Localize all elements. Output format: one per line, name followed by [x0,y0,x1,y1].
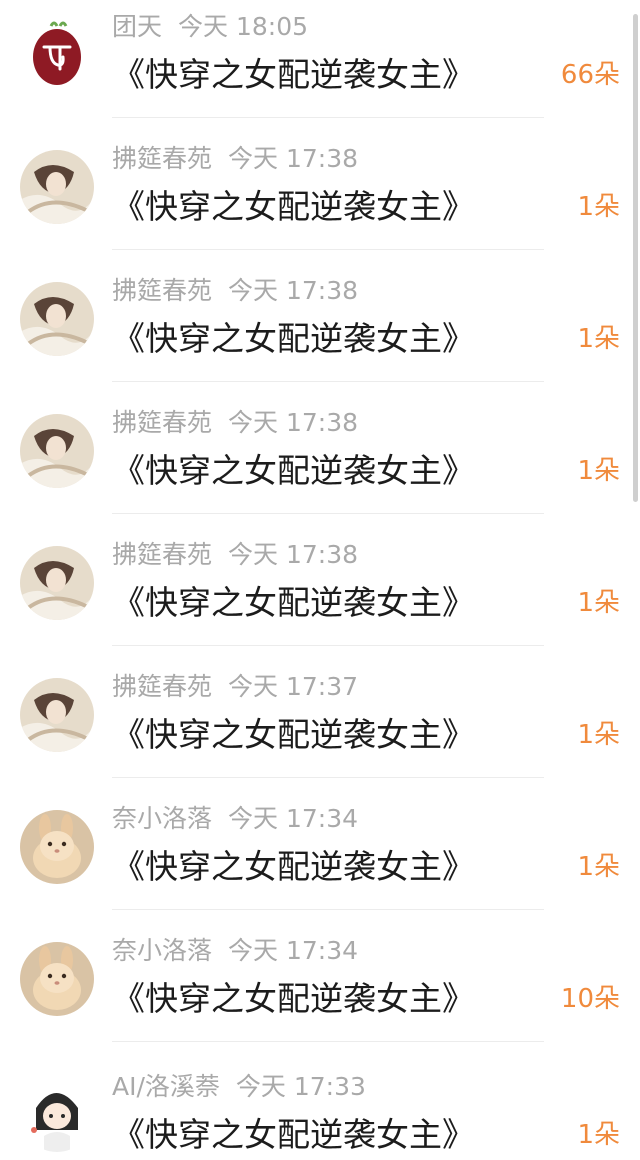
book-title: 《快穿之女配逆袭女主》 [112,451,475,490]
list-item[interactable]: 拂筵春苑 今天 17:38 《快穿之女配逆袭女主》 1朵 [0,396,640,528]
scrollbar[interactable] [633,14,638,502]
book-title: 《快穿之女配逆袭女主》 [112,583,475,622]
book-title: 《快穿之女配逆袭女主》 [112,55,475,94]
timestamp: 今天 17:37 [228,672,359,701]
reward-amount: 1朵 [577,324,620,354]
reward-amount: 1朵 [577,192,620,222]
list-item[interactable]: 拂筵春苑 今天 17:37 《快穿之女配逆袭女主》 1朵 [0,660,640,792]
record-meta: 拂筵春苑 今天 17:38 [112,406,358,440]
red-logo-avatar-icon[interactable] [20,14,94,88]
list-item[interactable]: AI/洛溪萘 今天 17:33 《快穿之女配逆袭女主》 1朵 [0,1056,640,1160]
divider [112,513,544,514]
username[interactable]: AI/洛溪萘 [112,1072,220,1101]
record-meta: 拂筵春苑 今天 17:38 [112,274,358,308]
list-item[interactable]: 拂筵春苑 今天 17:38 《快穿之女配逆袭女主》 1朵 [0,528,640,660]
username[interactable]: 奈小洛落 [112,804,212,833]
book-title: 《快穿之女配逆袭女主》 [112,715,475,754]
timestamp: 今天 17:34 [228,804,359,833]
timestamp: 今天 17:34 [228,936,359,965]
username[interactable]: 拂筵春苑 [112,276,212,305]
username[interactable]: 奈小洛落 [112,936,212,965]
record-meta: 拂筵春苑 今天 17:38 [112,142,358,176]
record-meta: AI/洛溪萘 今天 17:33 [112,1070,366,1104]
record-meta: 奈小洛落 今天 17:34 [112,934,358,968]
book-title: 《快穿之女配逆袭女主》 [112,319,475,358]
divider [112,117,544,118]
list-item[interactable]: 拂筵春苑 今天 17:38 《快穿之女配逆袭女主》 1朵 [0,264,640,396]
record-meta: 团天 今天 18:05 [112,10,308,44]
illustrated-character-avatar-icon[interactable] [20,546,94,620]
username[interactable]: 拂筵春苑 [112,672,212,701]
list-item[interactable]: 奈小洛落 今天 17:34 《快穿之女配逆袭女主》 1朵 [0,792,640,924]
reward-amount: 1朵 [577,456,620,486]
divider [112,909,544,910]
illustrated-character-avatar-icon[interactable] [20,150,94,224]
illustrated-character-avatar-icon[interactable] [20,414,94,488]
reward-amount: 66朵 [560,60,620,90]
username[interactable]: 拂筵春苑 [112,144,212,173]
rabbit-photo-avatar-icon[interactable] [20,942,94,1016]
divider [112,645,544,646]
book-title: 《快穿之女配逆袭女主》 [112,187,475,226]
list-item[interactable]: 奈小洛落 今天 17:34 《快穿之女配逆袭女主》 10朵 [0,924,640,1056]
chibi-character-avatar-icon[interactable] [20,1078,94,1152]
rabbit-photo-avatar-icon[interactable] [20,810,94,884]
reward-amount: 10朵 [560,984,620,1014]
record-meta: 奈小洛落 今天 17:34 [112,802,358,836]
divider [112,777,544,778]
reward-amount: 1朵 [577,1120,620,1150]
timestamp: 今天 17:38 [228,276,359,305]
divider [112,381,544,382]
timestamp: 今天 18:05 [178,12,309,41]
timestamp: 今天 17:38 [228,540,359,569]
reward-record-list: 团天 今天 18:05 《快穿之女配逆袭女主》 66朵 拂筵春苑 今天 17:38 … [0,0,640,1160]
illustrated-character-avatar-icon[interactable] [20,282,94,356]
timestamp: 今天 17:33 [235,1072,366,1101]
timestamp: 今天 17:38 [228,408,359,437]
username[interactable]: 拂筵春苑 [112,408,212,437]
reward-amount: 1朵 [577,720,620,750]
illustrated-character-avatar-icon[interactable] [20,678,94,752]
book-title: 《快穿之女配逆袭女主》 [112,1115,475,1154]
username[interactable]: 团天 [112,12,162,41]
record-meta: 拂筵春苑 今天 17:38 [112,538,358,572]
reward-amount: 1朵 [577,852,620,882]
book-title: 《快穿之女配逆袭女主》 [112,979,475,1018]
record-meta: 拂筵春苑 今天 17:37 [112,670,358,704]
book-title: 《快穿之女配逆袭女主》 [112,847,475,886]
divider [112,1041,544,1042]
list-item[interactable]: 团天 今天 18:05 《快穿之女配逆袭女主》 66朵 [0,0,640,132]
timestamp: 今天 17:38 [228,144,359,173]
divider [112,249,544,250]
username[interactable]: 拂筵春苑 [112,540,212,569]
list-item[interactable]: 拂筵春苑 今天 17:38 《快穿之女配逆袭女主》 1朵 [0,132,640,264]
reward-amount: 1朵 [577,588,620,618]
